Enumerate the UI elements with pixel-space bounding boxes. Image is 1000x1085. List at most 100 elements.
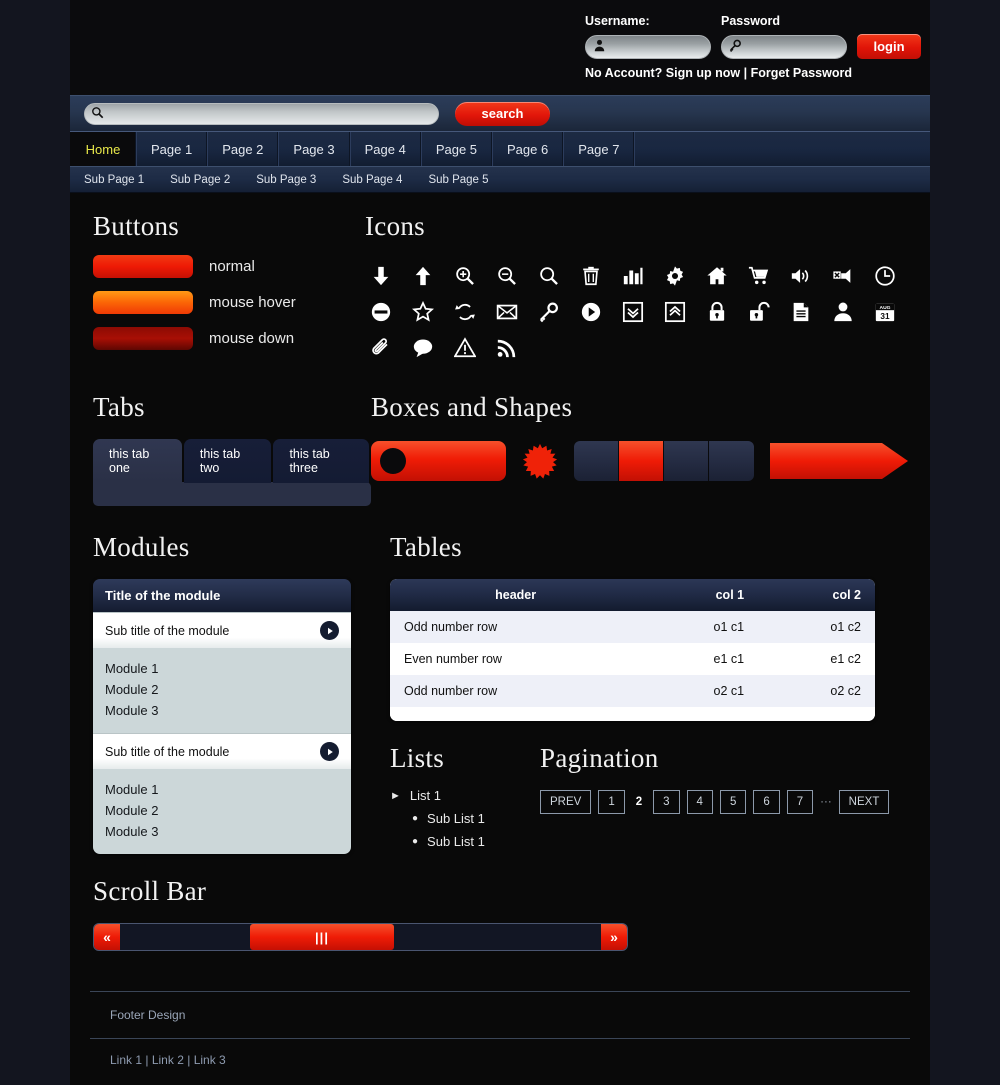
segment-2-active[interactable] <box>619 441 664 481</box>
module-subtitle-2[interactable]: Sub title of the module <box>93 733 351 769</box>
user-icon[interactable] <box>827 294 859 330</box>
volume-mute-icon[interactable] <box>827 258 859 294</box>
nav-tab-home[interactable]: Home <box>70 132 136 166</box>
module-item[interactable]: Module 3 <box>105 700 339 721</box>
list-item[interactable]: ● Sub List 1 <box>412 811 540 826</box>
play-icon[interactable] <box>320 621 339 640</box>
mail-icon[interactable] <box>491 294 523 330</box>
footer-link-2[interactable]: Link 2 <box>152 1053 184 1067</box>
login-button[interactable]: login <box>857 34 921 59</box>
subnav-item-4[interactable]: Sub Page 4 <box>342 174 402 186</box>
table-row[interactable]: Odd number row o1 c1 o1 c2 <box>390 611 875 643</box>
username-input[interactable] <box>612 41 704 53</box>
table-row[interactable]: Even number row e1 c1 e1 c2 <box>390 643 875 675</box>
demo-button-normal[interactable] <box>93 255 193 278</box>
gear-icon[interactable] <box>659 258 691 294</box>
subnav-item-1[interactable]: Sub Page 1 <box>84 174 144 186</box>
pagination-page-1[interactable]: 1 <box>598 790 624 814</box>
pagination-page-3[interactable]: 3 <box>653 790 679 814</box>
lock-closed-icon[interactable] <box>701 294 733 330</box>
lock-open-icon[interactable] <box>743 294 775 330</box>
scroll-left-arrow-icon[interactable]: « <box>94 924 120 950</box>
module-item[interactable]: Module 3 <box>105 821 339 842</box>
refresh-icon[interactable] <box>449 294 481 330</box>
list-item[interactable]: ► List 1 <box>390 788 540 803</box>
nav-tab-page-6[interactable]: Page 6 <box>492 132 563 166</box>
segment-4[interactable] <box>709 441 754 481</box>
scrollbar-thumb[interactable]: ||| <box>250 924 394 950</box>
key-icon[interactable] <box>533 294 565 330</box>
subnav-item-5[interactable]: Sub Page 5 <box>428 174 488 186</box>
column-header-main: header <box>390 579 641 611</box>
footer-link-1[interactable]: Link 1 <box>110 1053 142 1067</box>
home-icon[interactable] <box>701 258 733 294</box>
volume-on-icon[interactable] <box>785 258 817 294</box>
clock-icon[interactable] <box>869 258 901 294</box>
search-icon[interactable] <box>533 258 565 294</box>
play-icon[interactable] <box>575 294 607 330</box>
arrow-up-icon[interactable] <box>407 258 439 294</box>
zoom-in-icon[interactable] <box>449 258 481 294</box>
starburst-shape[interactable] <box>522 443 558 479</box>
signup-link[interactable]: Sign up now <box>666 66 740 80</box>
demo-button-hover[interactable] <box>93 291 193 314</box>
search-button[interactable]: search <box>455 102 550 126</box>
rss-icon[interactable] <box>491 330 523 366</box>
chevron-down-box-icon[interactable] <box>617 294 649 330</box>
nav-tab-page-1[interactable]: Page 1 <box>136 132 207 166</box>
tab-one[interactable]: this tab one <box>93 439 182 483</box>
zoom-out-icon[interactable] <box>491 258 523 294</box>
module-item[interactable]: Module 2 <box>105 800 339 821</box>
calendar-icon[interactable]: AUG31 <box>869 294 901 330</box>
cart-icon[interactable] <box>743 258 775 294</box>
nav-tab-page-7[interactable]: Page 7 <box>563 132 634 166</box>
username-field[interactable] <box>585 35 711 59</box>
footer-link-3[interactable]: Link 3 <box>194 1053 226 1067</box>
arrow-banner-shape[interactable] <box>770 441 910 481</box>
password-input[interactable] <box>748 41 840 53</box>
chevron-up-box-icon[interactable] <box>659 294 691 330</box>
tab-three[interactable]: this tab three <box>273 439 369 483</box>
pagination-page-4[interactable]: 4 <box>687 790 713 814</box>
no-entry-icon[interactable] <box>365 294 397 330</box>
nav-tab-page-4[interactable]: Page 4 <box>350 132 421 166</box>
subnav-item-3[interactable]: Sub Page 3 <box>256 174 316 186</box>
pagination-page-2-current[interactable]: 2 <box>632 791 646 813</box>
bar-chart-icon[interactable] <box>617 258 649 294</box>
segment-1[interactable] <box>574 441 619 481</box>
scroll-right-arrow-icon[interactable]: » <box>601 924 627 950</box>
pagination-next-button[interactable]: NEXT <box>839 790 890 814</box>
document-icon[interactable] <box>785 294 817 330</box>
search-field[interactable] <box>84 103 439 125</box>
module-subtitle-1[interactable]: Sub title of the module <box>93 612 351 648</box>
pagination-page-6[interactable]: 6 <box>753 790 779 814</box>
comment-icon[interactable] <box>407 330 439 366</box>
module-item[interactable]: Module 1 <box>105 658 339 679</box>
scrollbar-control[interactable]: « ||| » <box>93 923 628 951</box>
subnav-item-2[interactable]: Sub Page 2 <box>170 174 230 186</box>
segment-3[interactable] <box>664 441 709 481</box>
password-field[interactable] <box>721 35 847 59</box>
nav-tab-page-5[interactable]: Page 5 <box>421 132 492 166</box>
pill-with-hole-shape[interactable] <box>371 441 506 481</box>
nav-tab-page-3[interactable]: Page 3 <box>278 132 349 166</box>
table-row[interactable]: Odd number row o2 c1 o2 c2 <box>390 675 875 707</box>
search-input[interactable] <box>108 108 418 120</box>
pagination-prev-button[interactable]: PREV <box>540 790 591 814</box>
paperclip-icon[interactable] <box>365 330 397 366</box>
trash-icon[interactable] <box>575 258 607 294</box>
module-item[interactable]: Module 1 <box>105 779 339 800</box>
arrow-down-icon[interactable] <box>365 258 397 294</box>
pagination-page-7[interactable]: 7 <box>787 790 813 814</box>
forget-password-link[interactable]: Forget Password <box>751 66 852 80</box>
warning-icon[interactable] <box>449 330 481 366</box>
module-item[interactable]: Module 2 <box>105 679 339 700</box>
nav-tab-page-2[interactable]: Page 2 <box>207 132 278 166</box>
list-item[interactable]: ● Sub List 1 <box>412 834 540 849</box>
play-icon[interactable] <box>320 742 339 761</box>
scrollbar-track[interactable]: ||| <box>120 924 601 950</box>
demo-button-down[interactable] <box>93 327 193 350</box>
pagination-page-5[interactable]: 5 <box>720 790 746 814</box>
tab-two[interactable]: this tab two <box>184 439 272 483</box>
star-icon[interactable] <box>407 294 439 330</box>
